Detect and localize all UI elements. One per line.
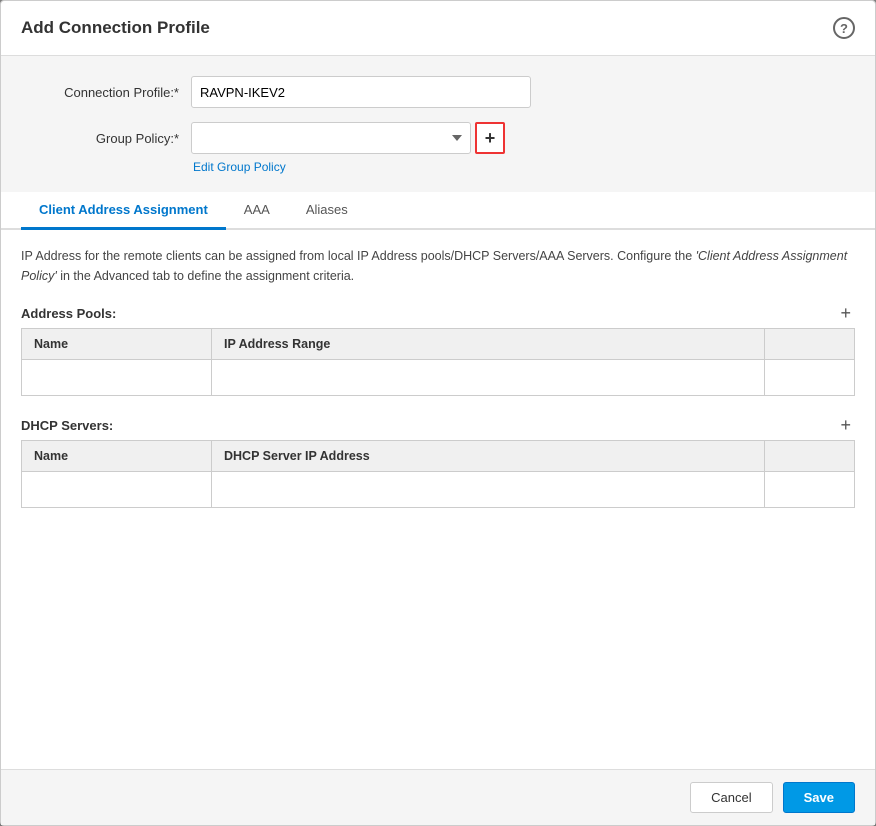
address-pools-col-name: Name — [22, 329, 212, 360]
dialog-body: Connection Profile:* Group Policy:* + Ed… — [1, 56, 875, 769]
content-area: IP Address for the remote clients can be… — [1, 230, 875, 769]
edit-group-policy-link[interactable]: Edit Group Policy — [193, 160, 845, 174]
dhcp-servers-col-actions — [765, 441, 855, 472]
address-pools-empty-row — [22, 360, 855, 396]
form-section: Connection Profile:* Group Policy:* + Ed… — [1, 56, 875, 192]
group-policy-select-wrap: + — [191, 122, 505, 154]
add-connection-profile-dialog: Add Connection Profile ? Connection Prof… — [0, 0, 876, 826]
add-group-policy-button[interactable]: + — [475, 122, 505, 154]
dhcp-servers-table: Name DHCP Server IP Address — [21, 440, 855, 508]
cancel-button[interactable]: Cancel — [690, 782, 772, 813]
dhcp-servers-header-row: Name DHCP Server IP Address — [22, 441, 855, 472]
address-pools-section-header: Address Pools: + — [21, 304, 855, 322]
address-pools-table: Name IP Address Range — [21, 328, 855, 396]
tabs-bar: Client Address Assignment AAA Aliases — [1, 192, 875, 230]
tab-aaa[interactable]: AAA — [226, 192, 288, 230]
address-pools-col-actions — [765, 329, 855, 360]
dialog-title: Add Connection Profile — [21, 18, 210, 38]
address-pools-title: Address Pools: — [21, 306, 116, 321]
dhcp-servers-section-header: DHCP Servers: + — [21, 416, 855, 434]
add-address-pool-button[interactable]: + — [836, 304, 855, 322]
tab-aliases[interactable]: Aliases — [288, 192, 366, 230]
dhcp-servers-empty-row — [22, 472, 855, 508]
tab-client-address-assignment[interactable]: Client Address Assignment — [21, 192, 226, 230]
dhcp-servers-title: DHCP Servers: — [21, 418, 113, 433]
dhcp-servers-col-name: Name — [22, 441, 212, 472]
connection-profile-input[interactable] — [191, 76, 531, 108]
connection-profile-label: Connection Profile:* — [31, 85, 191, 100]
dhcp-servers-col-ip: DHCP Server IP Address — [212, 441, 765, 472]
add-dhcp-server-button[interactable]: + — [836, 416, 855, 434]
group-policy-select[interactable] — [191, 122, 471, 154]
group-policy-label: Group Policy:* — [31, 131, 191, 146]
dialog-header: Add Connection Profile ? — [1, 1, 875, 56]
address-pools-header-row: Name IP Address Range — [22, 329, 855, 360]
save-button[interactable]: Save — [783, 782, 855, 813]
address-pools-col-ip-range: IP Address Range — [212, 329, 765, 360]
help-icon[interactable]: ? — [833, 17, 855, 39]
connection-profile-row: Connection Profile:* — [31, 76, 845, 108]
dialog-footer: Cancel Save — [1, 769, 875, 825]
description-text: IP Address for the remote clients can be… — [21, 246, 855, 286]
group-policy-row: Group Policy:* + — [31, 122, 845, 154]
